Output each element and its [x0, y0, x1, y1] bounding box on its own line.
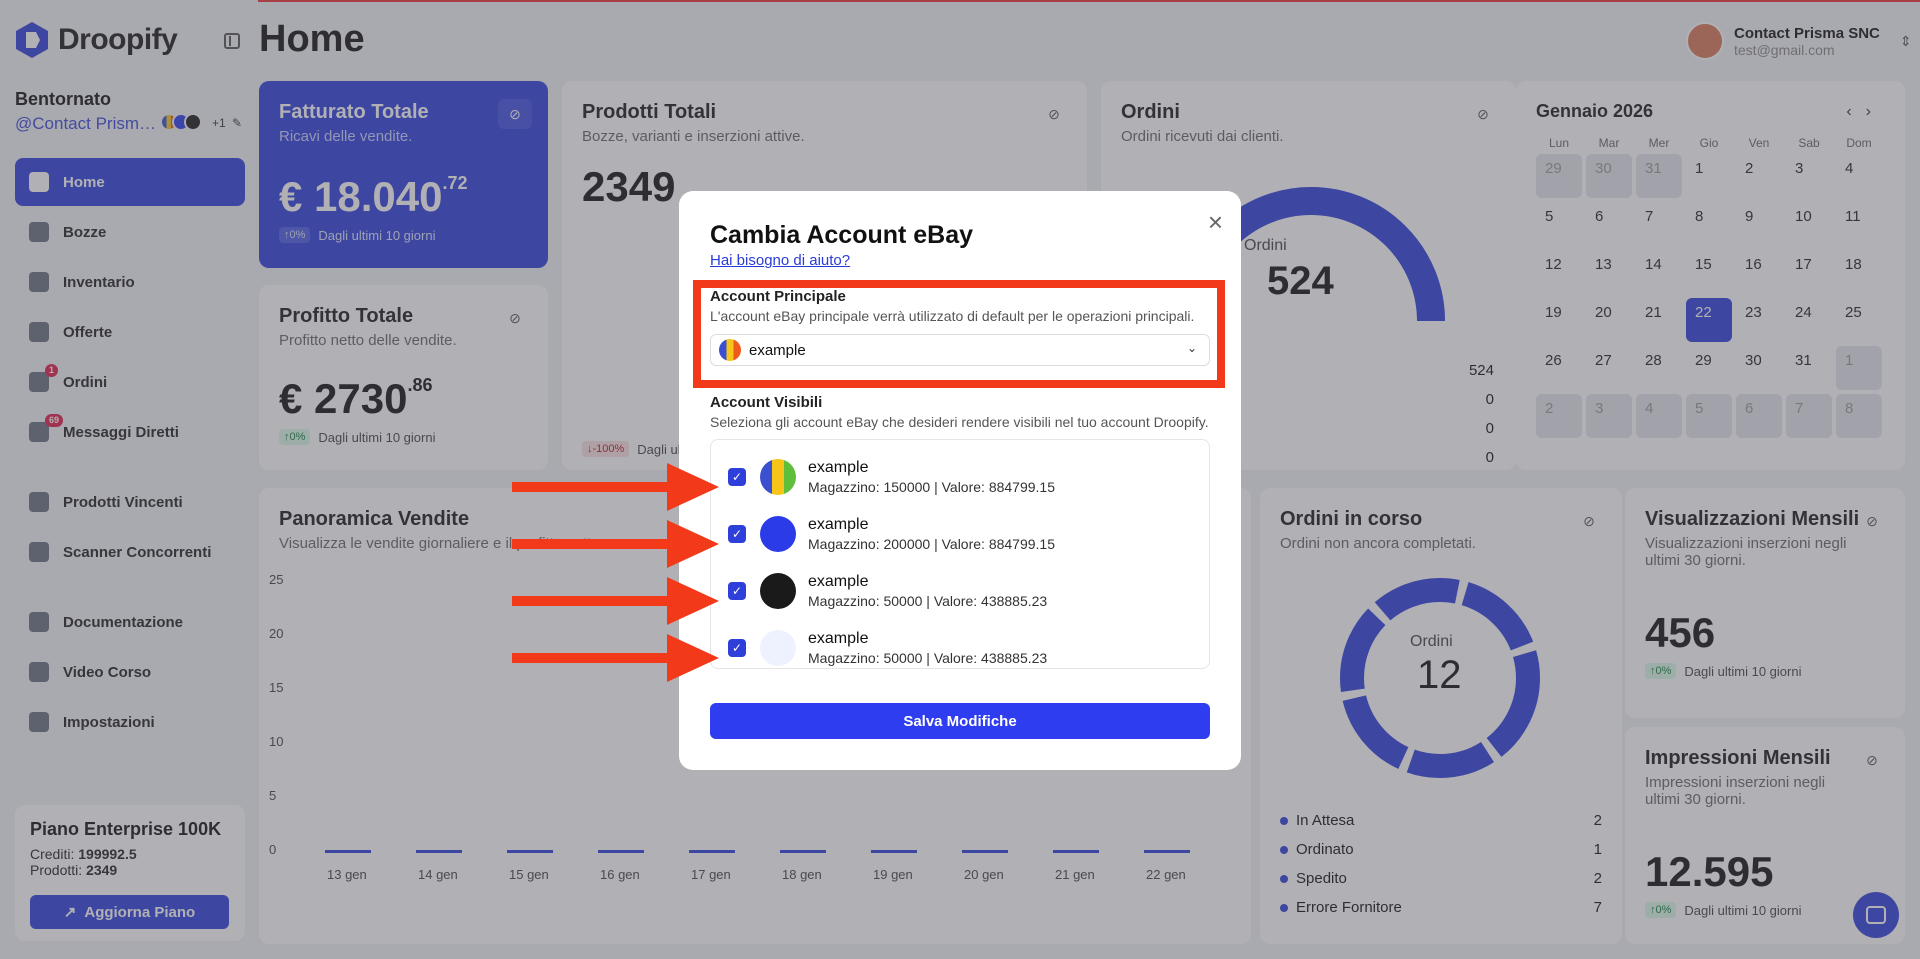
avatar [760, 629, 796, 666]
account-meta: Magazzino: 200000 | Valore: 884799.15 [808, 535, 1056, 552]
help-link[interactable]: Hai bisogno di aiuto? [710, 252, 850, 269]
account-name: example [808, 458, 869, 476]
account-checkbox[interactable]: ✓ [728, 524, 746, 543]
account-name: example [808, 629, 869, 647]
account-checkbox[interactable]: ✓ [728, 638, 746, 657]
avatar [760, 572, 796, 609]
account-checkbox[interactable]: ✓ [728, 467, 746, 486]
annotation-highlight-box [693, 280, 1225, 388]
visible-accounts-section: Account Visibili Seleziona gli account e… [710, 394, 1210, 669]
account-meta: Magazzino: 50000 | Valore: 438885.23 [808, 649, 1048, 666]
account-list: ✓ example Magazzino: 150000 | Valore: 884… [710, 439, 1210, 669]
avatar [760, 515, 796, 552]
save-changes-button[interactable]: Salva Modifiche [710, 703, 1210, 739]
account-name: example [808, 515, 869, 533]
list-item[interactable]: ✓ example Magazzino: 50000 | Valore: 4388… [711, 562, 1209, 619]
list-item[interactable]: ✓ example Magazzino: 50000 | Valore: 4388… [711, 619, 1209, 676]
section-title: Account Visibili [710, 394, 823, 411]
modal-title: Cambia Account eBay [710, 221, 974, 249]
annotation-arrow-icon [512, 634, 719, 682]
close-icon[interactable]: × [1208, 207, 1223, 238]
account-name: example [808, 572, 869, 590]
list-item[interactable]: ✓ example Magazzino: 150000 | Valore: 884… [711, 448, 1209, 505]
avatar [760, 458, 796, 495]
annotation-arrow-icon [512, 577, 719, 625]
annotation-arrow-icon [512, 520, 719, 568]
list-item[interactable]: ✓ example Magazzino: 200000 | Valore: 884… [711, 505, 1209, 562]
account-checkbox[interactable]: ✓ [728, 581, 746, 600]
account-meta: Magazzino: 50000 | Valore: 438885.23 [808, 592, 1048, 609]
annotation-arrow-icon [512, 463, 719, 511]
change-ebay-account-modal: × Cambia Account eBay Hai bisogno di aiu… [679, 191, 1241, 770]
section-description: Seleziona gli account eBay che desideri … [710, 414, 1209, 430]
account-meta: Magazzino: 150000 | Valore: 884799.15 [808, 478, 1056, 495]
